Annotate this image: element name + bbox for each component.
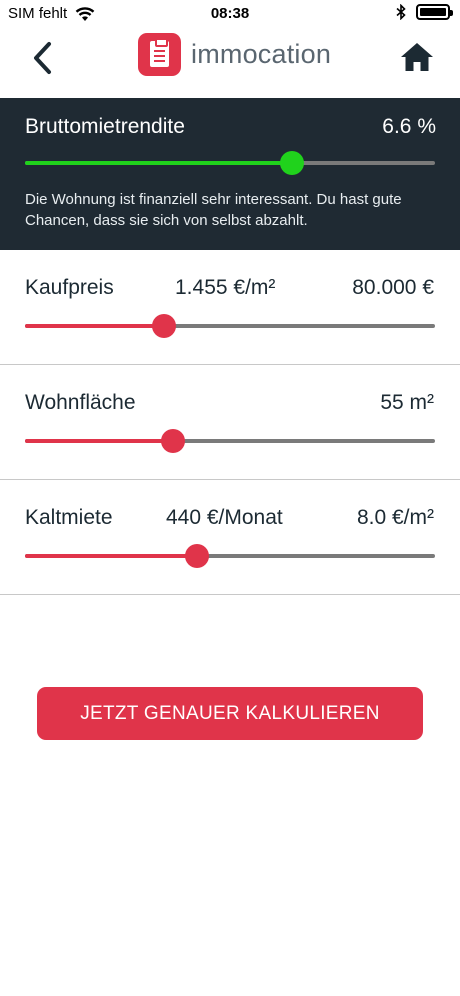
slider-fill (25, 161, 292, 165)
rent-per-month: 440 €/Monat (166, 506, 283, 529)
purchase-price-label: Kaufpreis (25, 276, 114, 299)
bluetooth-icon (396, 4, 406, 20)
slider-fill (25, 439, 173, 443)
app-name: immocation (191, 39, 332, 69)
yield-value: 6.6 % (382, 115, 436, 138)
clock: 08:38 (210, 5, 250, 22)
living-area-label: Wohnfläche (25, 391, 136, 414)
nav-bar: immocation (0, 28, 460, 98)
living-area-value: 55 m² (380, 391, 434, 414)
calculate-in-detail-button[interactable]: JETZT GENAUER KALKULIEREN (37, 687, 423, 740)
slider-thumb[interactable] (185, 544, 210, 568)
slider-fill (25, 324, 165, 328)
purchase-price-value: 80.000 € (352, 276, 434, 299)
app-logo: immocation (138, 33, 331, 76)
slider-fill (25, 554, 198, 558)
cold-rent-label: Kaltmiete (25, 506, 113, 529)
price-per-sqm: 1.455 €/m² (175, 276, 276, 299)
yield-title: Bruttomietrendite (25, 115, 185, 138)
status-bar: SIM fehlt 08:38 (0, 0, 460, 28)
slider-thumb[interactable] (152, 314, 177, 338)
back-chevron-icon[interactable] (28, 38, 58, 78)
yield-description: Die Wohnung ist finanziell sehr interess… (25, 191, 402, 229)
status-right (396, 4, 453, 20)
purchase-price-row: Kaufpreis 1.455 €/m² 80.000 € (0, 250, 460, 365)
yield-slider[interactable] (25, 151, 435, 175)
slider-thumb[interactable] (160, 429, 185, 453)
yield-summary-panel: Bruttomietrendite 6.6 % Die Wohnung ist … (0, 98, 460, 250)
battery-icon (416, 4, 453, 20)
living-area-slider[interactable] (25, 429, 435, 453)
living-area-row: Wohnfläche 55 m² (0, 365, 460, 480)
home-icon[interactable] (400, 42, 434, 72)
cold-rent-slider[interactable] (25, 544, 435, 568)
slider-thumb[interactable] (279, 151, 304, 175)
cold-rent-row: Kaltmiete 440 €/Monat 8.0 €/m² (0, 480, 460, 595)
rent-per-sqm: 8.0 €/m² (356, 506, 434, 529)
purchase-price-slider[interactable] (25, 314, 435, 338)
clipboard-logo-icon (138, 33, 181, 76)
